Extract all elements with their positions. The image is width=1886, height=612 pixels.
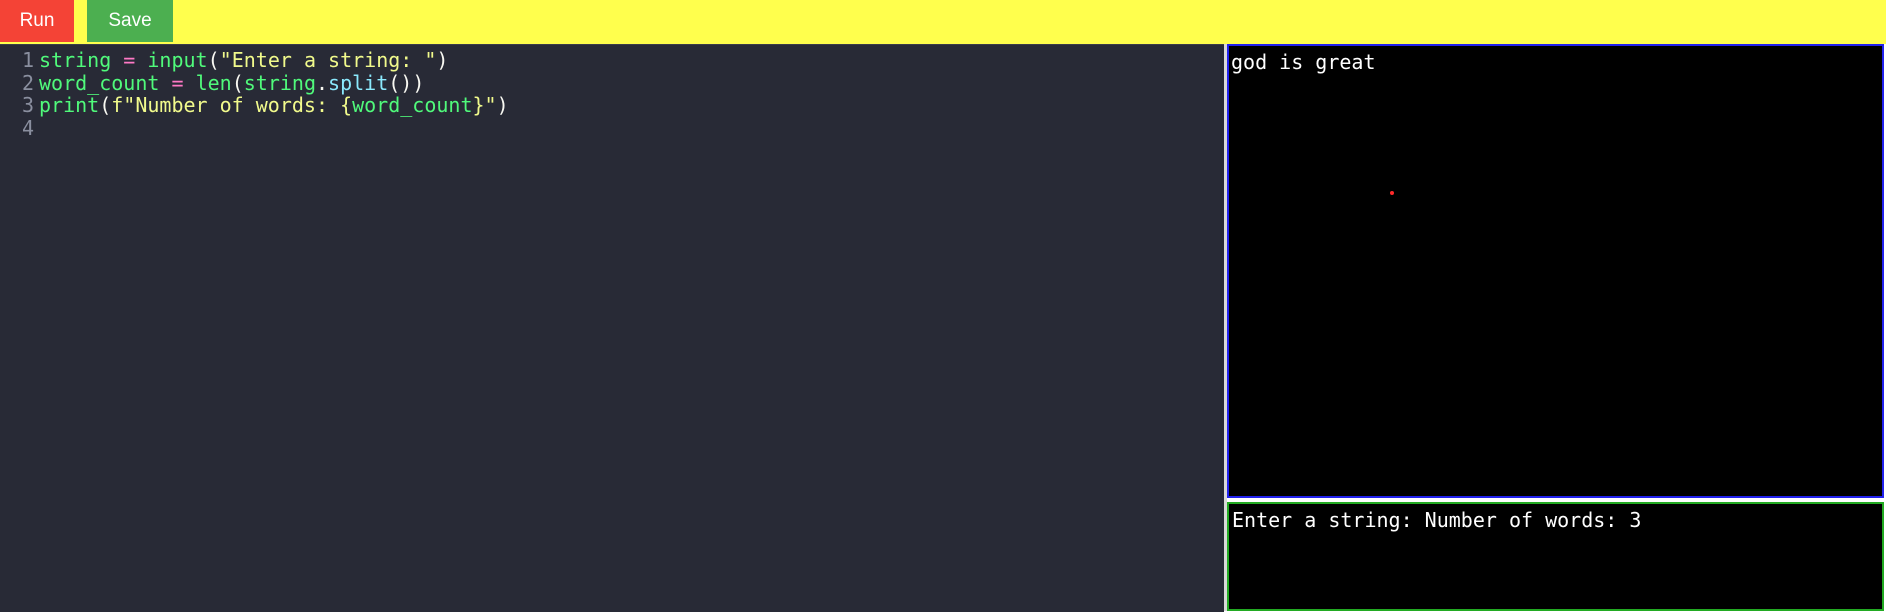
line-number: 4 [21,115,34,140]
console-text: Enter a string: Number of words: 3 [1232,508,1642,532]
code-token: ()) [388,70,425,95]
code-token: input [147,48,208,72]
code-token: = [123,48,136,72]
code-token: len [195,70,232,95]
toolbar: Run Save [0,0,1886,44]
code-token: string [39,48,112,72]
code-token: "Enter a string: " [219,48,437,72]
code-token: ( [99,93,112,117]
save-button[interactable]: Save [87,0,173,42]
turtle-dot-icon [1390,191,1394,195]
canvas-text: god is great [1231,50,1376,74]
code-token: split [328,70,389,95]
code-token: string [243,70,316,95]
console-output-panel[interactable]: Enter a string: Number of words: 3 [1227,502,1884,611]
code-editor[interactable]: 1 string = input("Enter a string: ") 2 word… [0,44,1224,612]
code-line[interactable]: 3 print(f"Number of words: {word_count}") [0,92,509,119]
code-token: ) [496,93,509,117]
code-token: ) [436,48,449,72]
code-token: }" [472,93,497,117]
code-token: f"Number of words: { [111,93,353,117]
code-line[interactable]: 4 [0,115,39,142]
code-token: = [171,70,184,95]
code-token: ( [207,48,220,72]
code-token: print [39,93,100,117]
canvas-output-panel: god is great [1227,44,1884,498]
code-token: word_count [39,70,160,95]
code-token: word_count [352,93,473,117]
code-token: ( [231,70,244,95]
code-token: . [315,70,329,95]
run-button[interactable]: Run [0,0,74,42]
